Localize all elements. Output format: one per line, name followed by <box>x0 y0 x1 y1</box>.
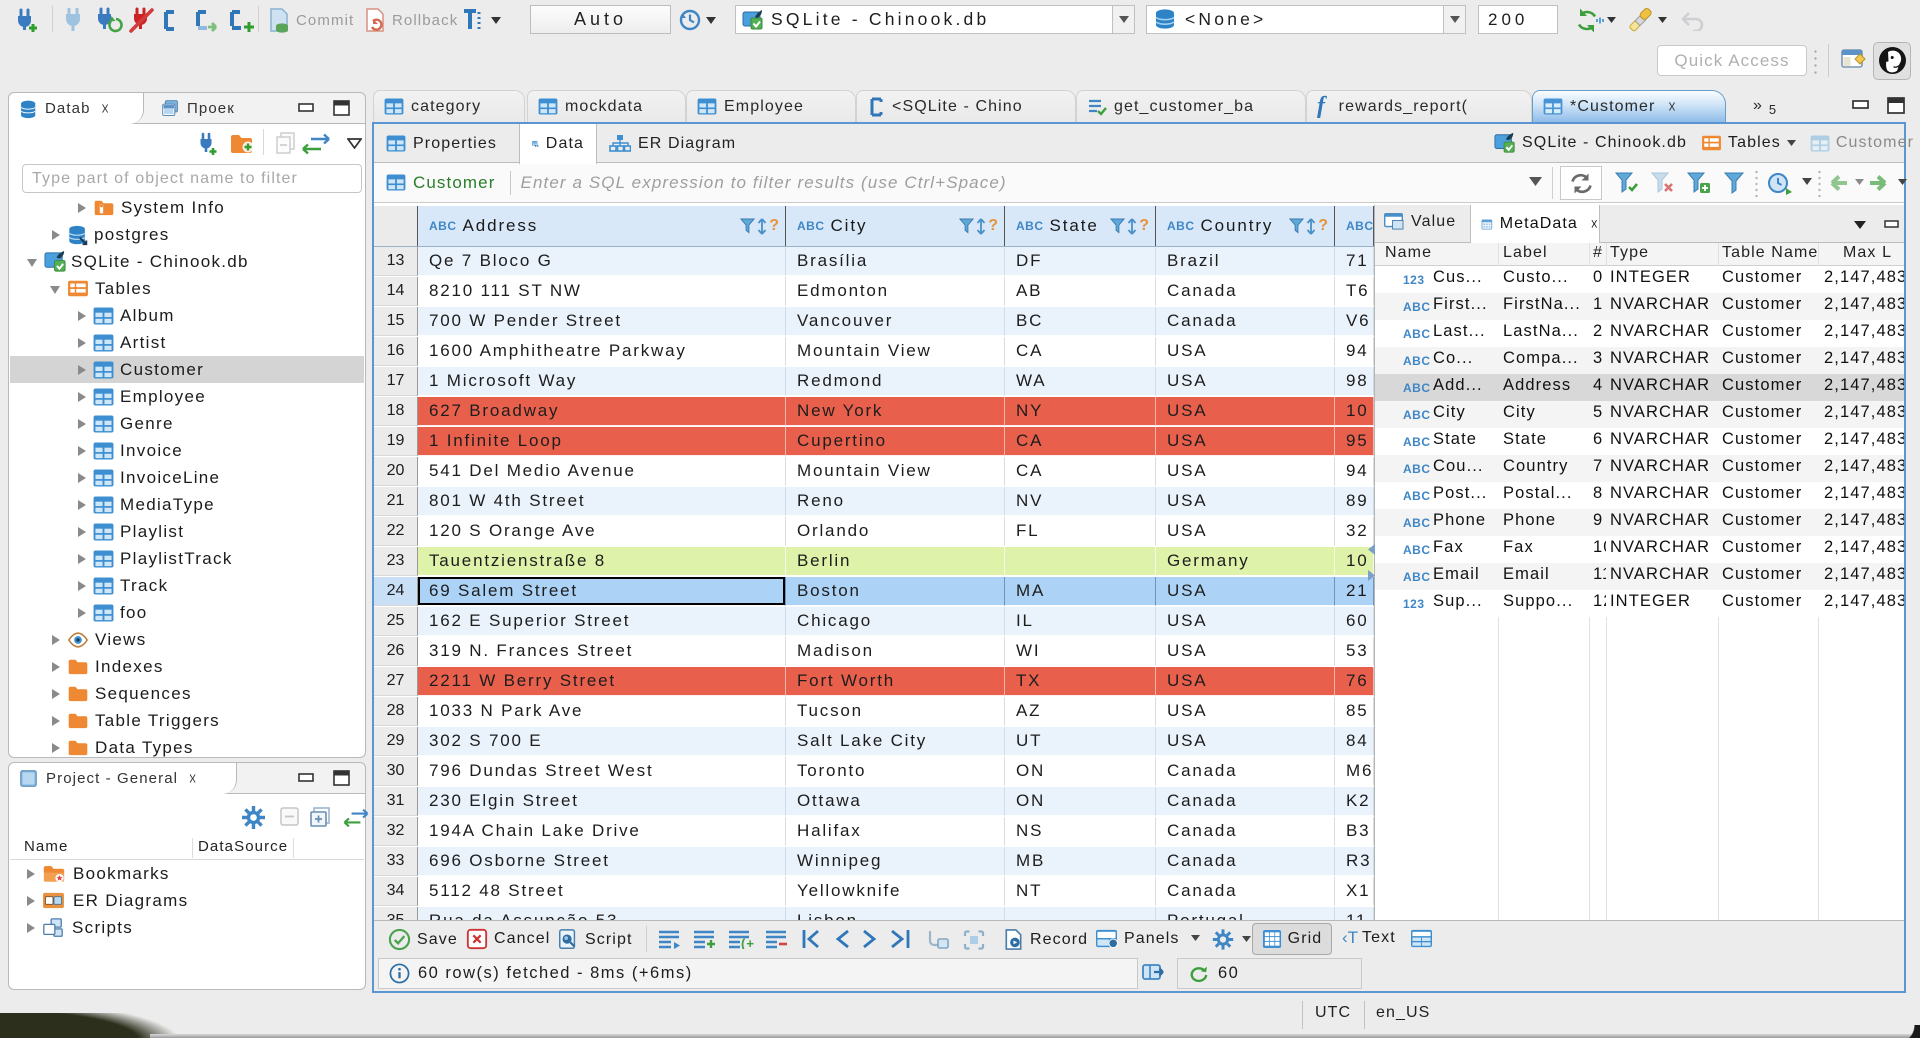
svg-text:(+): (+) <box>741 936 755 949</box>
